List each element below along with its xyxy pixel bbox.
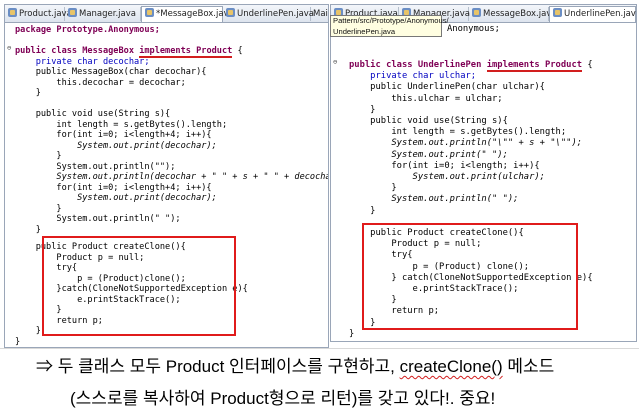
code-line: System.out.print(ulchar);	[349, 172, 545, 182]
code-line: }	[349, 104, 376, 115]
java-file-icon	[553, 8, 562, 17]
code-line: public class UnderlinePen implements Pro…	[349, 60, 593, 72]
code-line: }	[15, 336, 21, 347]
code-line: int length = s.getBytes().length;	[15, 119, 228, 130]
code-line: for(int i=0; i<length+4; i++){	[15, 130, 212, 140]
file-path-tooltip: Pattern/src/Prototype/Anonymous/ Underli…	[330, 15, 449, 37]
code-line: }	[349, 205, 376, 216]
code-line: public UnderlinePen(char ulchar){	[349, 82, 545, 93]
caption-line-1: ⇒ 두 클래스 모두 Product 인터페이스를 구현하고, createCl…	[36, 357, 555, 376]
fold-marker: ⊖	[333, 58, 338, 66]
code-line: public MessageBox(char decochar){	[15, 67, 207, 77]
code-line: this.ulchar = ulchar;	[349, 93, 503, 104]
code-line: Anonymous;	[447, 24, 500, 34]
code-line: System.out.print(" ");	[349, 149, 508, 160]
code-line: private char decochar;	[15, 56, 150, 67]
code-line: private char ulchar;	[349, 71, 477, 82]
code-line: }	[15, 224, 41, 235]
tab-messagebox-java[interactable]: *MessageBox.java	[141, 6, 234, 22]
tab-manager-java[interactable]: Manager.java	[65, 7, 141, 21]
tab-product-java[interactable]: Product.java	[5, 7, 72, 21]
code-line: }	[15, 88, 41, 98]
code-line: for(int i=0; i<length+4; i++){	[15, 182, 212, 193]
tab-underlinepen-java[interactable]: UnderlinePen.java	[223, 7, 314, 21]
code-line: }	[15, 203, 62, 214]
java-file-icon	[8, 8, 17, 17]
code-line: System.out.println("\"" + s + "\"");	[349, 138, 583, 149]
code-line: package Prototype.Anonymous;	[15, 25, 160, 35]
divider	[0, 348, 639, 349]
createclone-highlight-box-left	[42, 236, 236, 336]
implements-product-underline: implements Product	[139, 46, 233, 58]
code-line: System.out.println(" ");	[349, 194, 519, 205]
java-file-icon	[472, 8, 481, 17]
code-line: public void use(String s){	[349, 116, 508, 126]
implements-product-underline: implements Product	[486, 60, 583, 72]
createclone-text: createClone()	[399, 357, 503, 376]
tab-main-java[interactable]: Mai	[311, 7, 328, 21]
java-file-icon	[226, 8, 235, 17]
java-file-icon	[68, 8, 77, 17]
caption-line-2: (스스로를 복사하여 Product형으로 리턴)를 갖고 있다!. 중요!	[70, 389, 496, 408]
tab-messagebox-java[interactable]: MessageBox.java	[469, 7, 557, 21]
fold-marker: ⊖	[7, 44, 12, 52]
code-line: System.out.print(decochar);	[15, 140, 217, 151]
code-line: public void use(String s){	[15, 109, 171, 119]
createclone-highlight-box-right	[362, 223, 578, 330]
java-file-icon	[145, 8, 154, 17]
code-line: System.out.print(decochar);	[15, 193, 217, 203]
code-line: System.out.println(" ");	[15, 214, 181, 224]
code-line: }	[349, 183, 397, 194]
code-line: for(int i=0; i<length; i++){	[349, 160, 540, 171]
code-line: }	[15, 326, 41, 336]
code-line: int length = s.getBytes().length;	[349, 127, 567, 138]
tab-underlinepen-java[interactable]: UnderlinePen.java	[549, 6, 636, 22]
code-line: public class MessageBox implements Produ…	[15, 46, 243, 58]
left-tab-bar: Product.java Manager.java *MessageBox.ja…	[5, 5, 328, 23]
code-line: System.out.println(decochar + " " + s + …	[15, 172, 329, 182]
code-line: this.decochar = decochar;	[15, 77, 186, 88]
code-line: System.out.println("");	[15, 161, 176, 172]
code-line: }	[349, 328, 355, 339]
code-line: }	[15, 151, 62, 161]
